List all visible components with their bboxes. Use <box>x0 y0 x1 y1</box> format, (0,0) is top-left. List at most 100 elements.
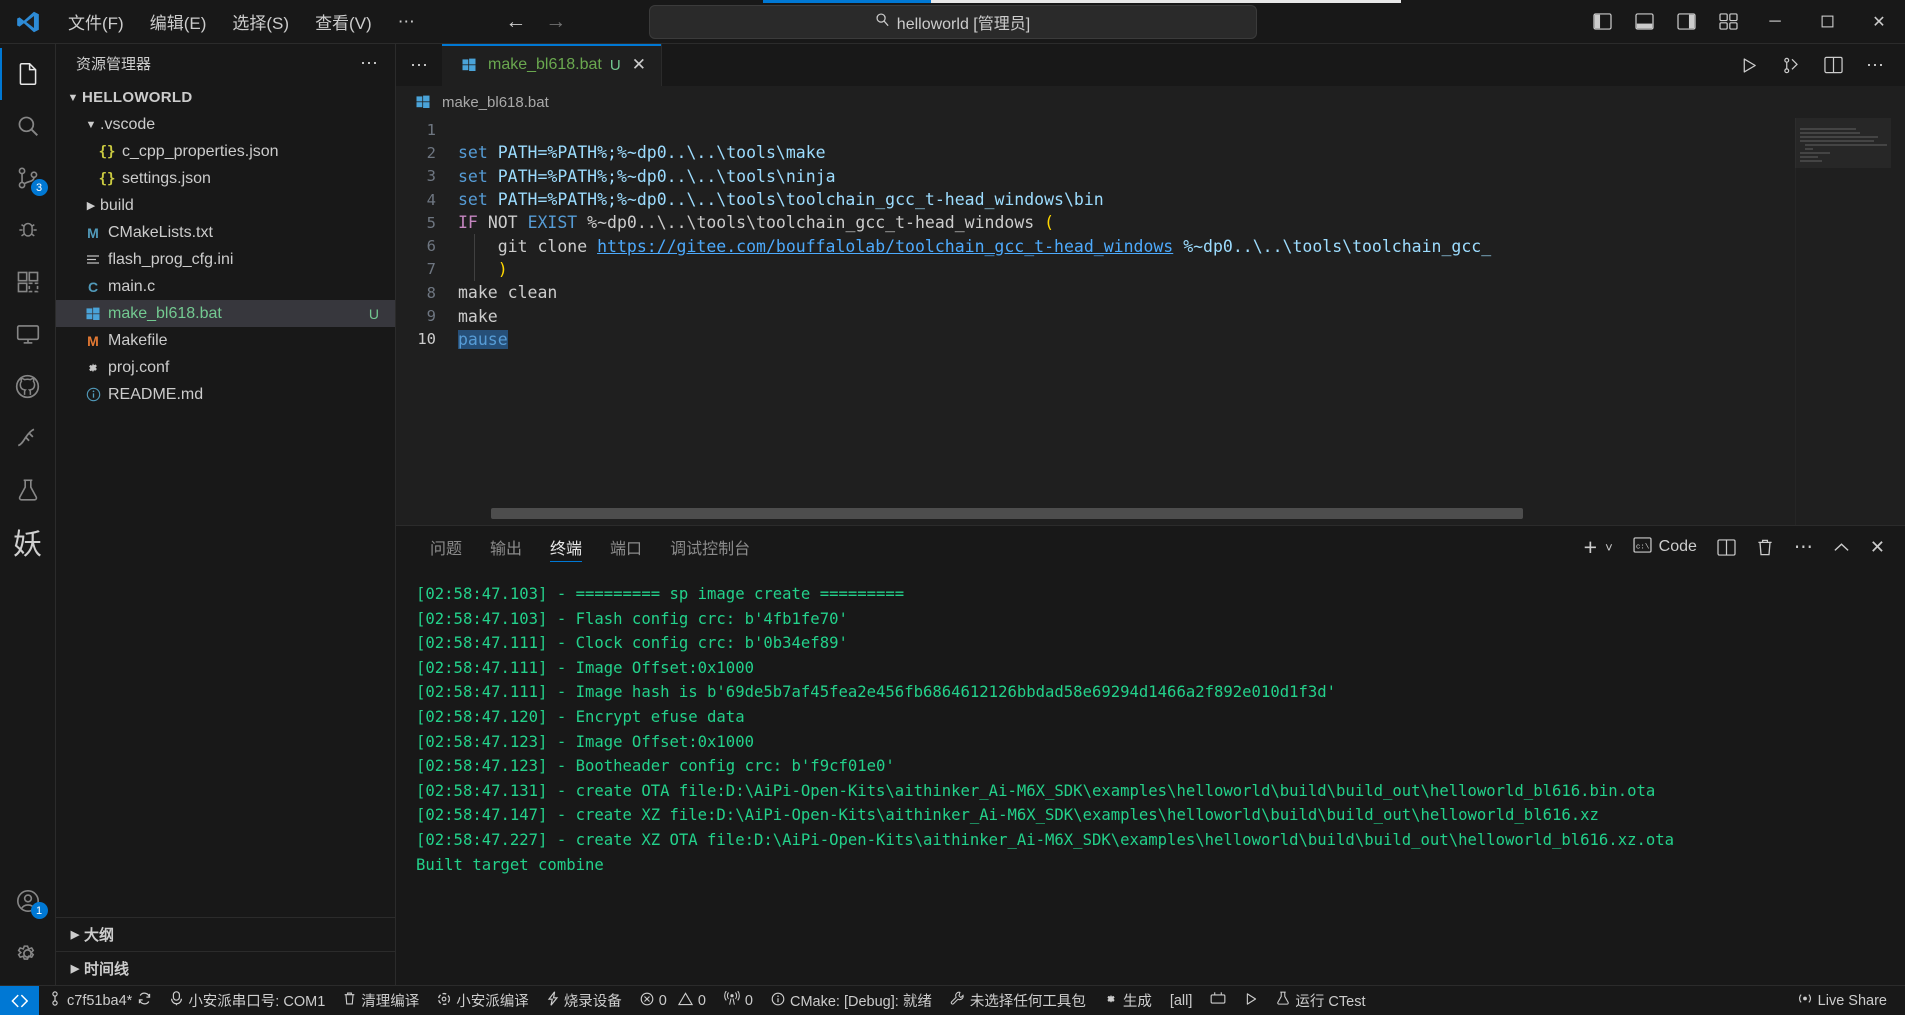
menu-file[interactable]: 文件(F) <box>56 4 136 39</box>
maximize-panel-icon[interactable] <box>1833 541 1850 554</box>
command-center[interactable]: helloworld [管理员] <box>648 4 1257 39</box>
code-line[interactable]: 8 make clean <box>396 281 1905 304</box>
code-line[interactable]: 3 set PATH=%PATH%;%~dp0..\..\tools\ninja <box>396 165 1905 188</box>
status-debug-target[interactable] <box>1201 986 1235 1015</box>
code-lines-container[interactable]: 1 2 set PATH=%PATH%;%~dp0..\..\tools\make 3… <box>396 118 1905 525</box>
toggle-secondary-sidebar-icon[interactable] <box>1671 7 1701 37</box>
panel-tab-output[interactable]: 输出 <box>476 526 536 568</box>
status-cmake-debug[interactable]: CMake: [Debug]: 就绪 <box>762 986 941 1015</box>
tree-row-file-proj-conf[interactable]: proj.conf <box>56 354 395 381</box>
forward-arrow-icon[interactable]: → <box>545 10 567 34</box>
chevron-down-icon: ▼ <box>67 91 79 104</box>
menu-more[interactable]: ⋯ <box>386 7 427 37</box>
activity-item-remote-explorer[interactable] <box>0 308 56 360</box>
status-kit[interactable]: 未选择任何工具包 <box>941 986 1095 1015</box>
close-button[interactable]: ✕ <box>1853 0 1905 44</box>
sidebar-more-actions-icon[interactable]: ⋯ <box>354 53 385 74</box>
activity-item-accounts[interactable]: 1 <box>0 875 56 927</box>
tree-row-file-flash-prog-cfg[interactable]: flash_prog_cfg.ini <box>56 246 395 273</box>
status-radio-tower[interactable]: 0 <box>715 986 762 1015</box>
code-text: set PATH=%PATH%;%~dp0..\..\tools\ninja <box>458 167 1905 186</box>
panel-tab-ports[interactable]: 端口 <box>596 526 656 568</box>
tree-row-file-main-c[interactable]: C main.c <box>56 273 395 300</box>
activity-item-source-control[interactable]: 3 <box>0 152 56 204</box>
terminal-output[interactable]: [02:58:47.103] - ========= sp image crea… <box>396 568 1905 985</box>
tree-row-file-makefile[interactable]: M Makefile <box>56 327 395 354</box>
activity-item-testing[interactable] <box>0 464 56 516</box>
code-line[interactable]: 5 IF NOT EXIST %~dp0..\..\tools\toolchain… <box>396 211 1905 234</box>
terminal-line: [02:58:47.123] - Image Offset:0x1000 <box>416 732 754 751</box>
tree-row-folder-vscode[interactable]: ▼ .vscode <box>56 111 395 138</box>
close-icon[interactable]: ✕ <box>629 55 649 75</box>
maximize-button[interactable] <box>1801 0 1853 44</box>
code-line[interactable]: 2 set PATH=%PATH%;%~dp0..\..\tools\make <box>396 141 1905 164</box>
code-line[interactable]: 9 make <box>396 304 1905 327</box>
tree-row-file-c-cpp-properties[interactable]: {} c_cpp_properties.json <box>56 138 395 165</box>
activity-item-run-and-debug[interactable] <box>0 204 56 256</box>
code-token: EXIST <box>527 213 588 233</box>
status-clean-build[interactable]: 清理编译 <box>334 986 428 1015</box>
tree-row-file-make-bl618-bat[interactable]: make_bl618.bat U <box>56 300 395 327</box>
back-arrow-icon[interactable]: ← <box>505 10 527 34</box>
status-source-control[interactable]: c7f51ba4* <box>39 986 161 1015</box>
status-build-target[interactable]: [all] <box>1161 986 1202 1015</box>
tree-row-file-cmakelists[interactable]: M CMakeLists.txt <box>56 219 395 246</box>
panel-more-actions-icon[interactable]: ⋯ <box>1794 536 1813 559</box>
status-remote-indicator[interactable] <box>0 985 39 1015</box>
status-flash-device[interactable]: 烧录设备 <box>538 986 631 1015</box>
split-editor-icon[interactable] <box>1821 53 1845 77</box>
activity-item-manage[interactable] <box>0 927 56 979</box>
menu-selection[interactable]: 选择(S) <box>220 4 301 39</box>
new-terminal-dropdown[interactable]: ˅ <box>1605 540 1613 555</box>
status-serial-port[interactable]: 小安派串口号: COM1 <box>161 986 334 1015</box>
code-line[interactable]: 6 git clone https://gitee.com/bouffalola… <box>396 234 1905 257</box>
sidebar-section-timeline[interactable]: ▶ 时间线 <box>56 951 395 985</box>
code-line[interactable]: 1 <box>396 118 1905 141</box>
close-panel-icon[interactable]: ✕ <box>1870 537 1885 558</box>
active-terminal-item[interactable]: c:\ Code <box>1633 536 1697 558</box>
editor-tab-make-bl618-bat[interactable]: make_bl618.bat U ✕ <box>442 44 662 86</box>
activity-item-extensions[interactable] <box>0 256 56 308</box>
tree-row-folder-build[interactable]: ▶ build <box>56 192 395 219</box>
new-terminal-button[interactable]: + <box>1584 535 1597 559</box>
code-line[interactable]: 7 ) <box>396 258 1905 281</box>
tree-row-root[interactable]: ▼ HELLOWORLD <box>56 84 395 111</box>
activity-item-serial-monitor[interactable] <box>0 412 56 464</box>
status-problems[interactable]: 0 0 <box>631 986 715 1015</box>
activity-item-yao-extension[interactable]: 妖 <box>0 516 56 568</box>
windows-icon <box>458 58 480 72</box>
status-cmake-build[interactable]: 生成 <box>1095 986 1161 1015</box>
toggle-primary-sidebar-icon[interactable] <box>1587 7 1617 37</box>
status-debug-run[interactable] <box>1235 986 1267 1015</box>
run-icon[interactable] <box>1737 53 1761 77</box>
toggle-panel-icon[interactable] <box>1629 7 1659 37</box>
kill-terminal-icon[interactable] <box>1756 538 1774 557</box>
indent-guide <box>474 234 475 281</box>
activity-item-github[interactable] <box>0 360 56 412</box>
menu-edit[interactable]: 编辑(E) <box>138 4 219 39</box>
editor-horizontal-scrollbar[interactable] <box>491 508 1523 519</box>
minimize-button[interactable]: ─ <box>1749 0 1801 44</box>
breadcrumb-file[interactable]: make_bl618.bat <box>442 94 549 111</box>
run-test-icon[interactable] <box>1779 53 1803 77</box>
panel-tab-terminal[interactable]: 终端 <box>536 526 596 568</box>
code-line[interactable]: 4 set PATH=%PATH%;%~dp0..\..\tools\toolch… <box>396 188 1905 211</box>
tree-row-file-readme[interactable]: README.md <box>56 381 395 408</box>
minimap[interactable] <box>1795 118 1891 525</box>
editor-more-actions-icon[interactable]: ⋯ <box>1863 53 1887 77</box>
tree-row-file-settings[interactable]: {} settings.json <box>56 165 395 192</box>
code-line[interactable]: 10 pause <box>396 328 1905 351</box>
status-live-share[interactable]: Live Share <box>1788 986 1905 1015</box>
menu-view[interactable]: 查看(V) <box>303 4 384 39</box>
panel-tab-problems[interactable]: 问题 <box>416 526 476 568</box>
code-editor[interactable]: 1 2 set PATH=%PATH%;%~dp0..\..\tools\make 3… <box>396 118 1905 525</box>
activity-item-explorer[interactable] <box>0 48 56 100</box>
panel-tab-debug-console[interactable]: 调试控制台 <box>656 526 764 568</box>
status-run-ctest[interactable]: 运行 CTest <box>1267 986 1374 1015</box>
sidebar-section-outline[interactable]: ▶ 大纲 <box>56 917 395 951</box>
status-build[interactable]: 小安派编译 <box>428 986 538 1015</box>
activity-item-search[interactable] <box>0 100 56 152</box>
split-terminal-icon[interactable] <box>1717 538 1736 556</box>
customize-layout-icon[interactable] <box>1713 7 1743 37</box>
tabs-more-actions-icon[interactable]: ⋯ <box>396 44 442 86</box>
